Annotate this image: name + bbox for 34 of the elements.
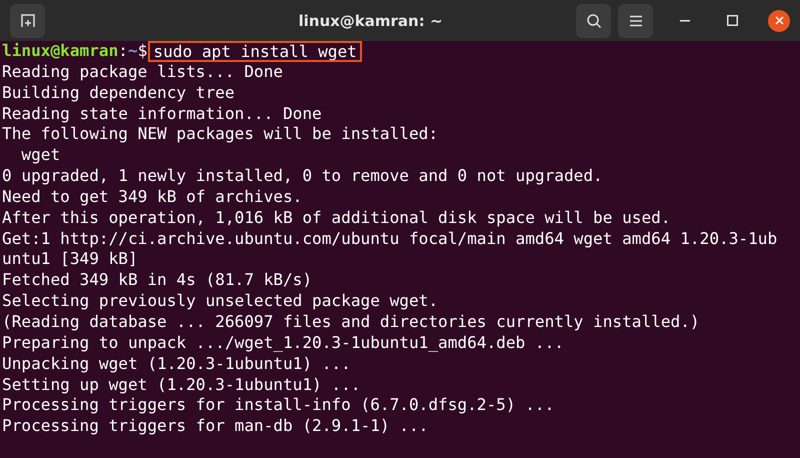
output-line: Reading package lists... Done [2,62,283,83]
new-tab-icon [20,12,36,28]
prompt-user-host: linux@kamran [2,41,118,62]
prompt-path: ~ [128,41,138,62]
output-line: (Reading database ... 266097 files and directories currently installed.) [2,312,700,333]
output-line: Get:1 http://ci.archive.ubuntu.com/ubuntu focal/main amd64 wget amd64 1.20.3-1ub [2,228,778,250]
menu-button[interactable] [618,4,653,38]
prompt-symbol: $ [138,41,148,62]
output-line: Unpacking wget (1.20.3-1ubuntu1) ... [2,354,351,374]
search-icon [586,12,602,28]
output-line: Fetched 349 kB in 4s (81.7 kB/s) [2,270,312,292]
output-line: The following NEW packages will be installed: [2,124,438,146]
command-text: sudo apt install wget [150,42,360,60]
prompt-separator: : [118,41,128,62]
output-line: Need to get 349 kB of archives. [2,186,302,208]
output-line: untu1 [349 kB] [2,249,138,270]
search-button[interactable] [576,4,611,38]
output-line: wget [20,145,60,166]
output-line: Processing triggers for install-info (6.7.0.dfsg.2-5) ... [2,395,554,416]
output-line: Preparing to unpack .../wget_1.20.3-1ubuntu1_amd64.deb ... [2,332,564,354]
close-button[interactable] [768,10,790,32]
maximize-icon [726,15,738,26]
output-line: Processing triggers for man-db (2.9.1-1) ... [2,416,428,438]
close-icon [774,16,784,25]
output-line: Building dependency tree [2,82,235,104]
output-line: Reading state information... Done [2,104,322,124]
output-line: Setting up wget (1.20.3-1ubuntu1) ... [2,374,361,396]
output-line: Selecting previously unselected package wget. [2,291,438,312]
output-line: After this operation, 1,016 kB of additional disk space will be used. [2,208,671,229]
menu-icon [628,14,642,26]
output-line: 0 upgraded, 1 newly installed, 0 to remove and 0 not upgraded. [2,166,603,187]
window-title: linux@kamran: ~ [297,12,444,30]
new-tab-button[interactable] [10,4,45,38]
minimize-icon [680,20,690,22]
